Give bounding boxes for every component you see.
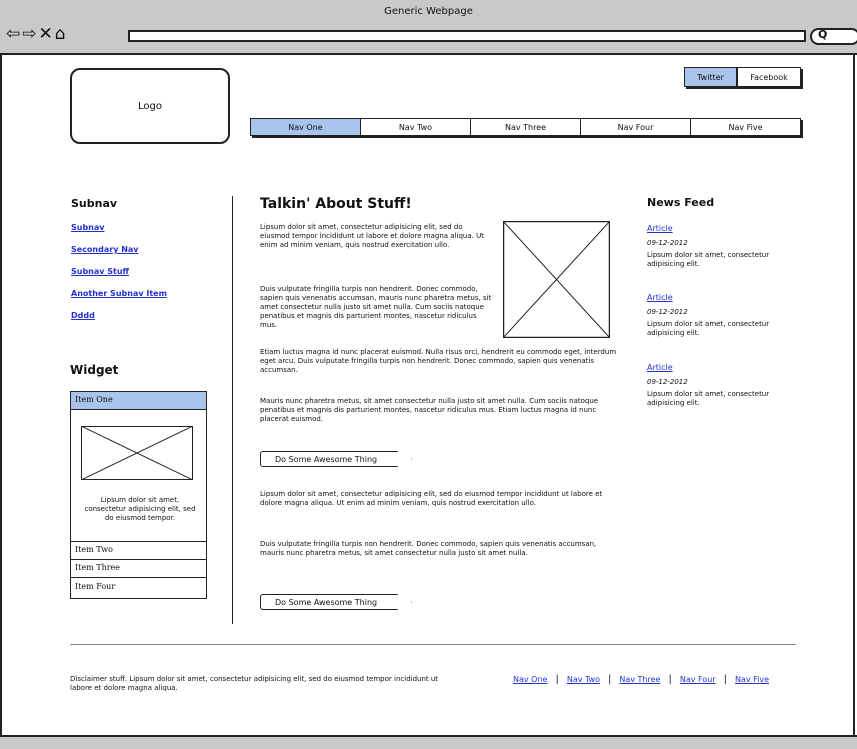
widget-item-three[interactable]: Item Three [71, 560, 206, 578]
logo[interactable]: Logo [70, 68, 230, 144]
news-article-link-3[interactable]: Article [647, 363, 673, 372]
footer-separator: | [723, 674, 727, 685]
footer-link-one[interactable]: Nav One [513, 675, 547, 684]
subnav-link-1[interactable]: Subnav [71, 223, 105, 232]
twitter-button[interactable]: Twitter [684, 67, 737, 87]
widget-panel: Lipsum dolor sit amet, consectetur adipi… [71, 410, 206, 542]
image-placeholder [81, 426, 193, 480]
search-icon: Q [818, 28, 828, 41]
footer-link-two[interactable]: Nav Two [567, 675, 600, 684]
content-paragraph-4: Lipsum dolor sit amet, consectetur adipi… [260, 490, 603, 507]
facebook-button[interactable]: Facebook [737, 67, 801, 87]
page-heading: Talkin' About Stuff! [260, 196, 412, 212]
content-image-placeholder [503, 221, 610, 338]
footer-nav: Nav One | Nav Two | Nav Three | Nav Four… [513, 674, 769, 685]
news-article-link-1[interactable]: Article [647, 224, 673, 233]
subnav-link-4[interactable]: Another Subnav Item [71, 289, 167, 298]
window-title: Generic Webpage [384, 6, 473, 17]
widget-item-one[interactable]: Item One [71, 392, 206, 410]
awesome-button-2[interactable]: Do Some Awesome Thing [260, 594, 412, 610]
nav-item-five[interactable]: Nav Five [690, 119, 800, 135]
footer-link-five[interactable]: Nav Five [735, 675, 769, 684]
news-date-1: 09-12-2012 [647, 239, 688, 247]
footer-divider [70, 644, 796, 645]
address-bar[interactable] [128, 30, 806, 42]
news-text-2: Lipsum dolor sit amet, consectetur adipi… [647, 320, 770, 337]
content-paragraph-3: Mauris nunc pharetra metus, sit amet con… [260, 397, 599, 423]
footer-disclaimer: Disclaimer stuff. Lipsum dolor sit amet,… [70, 675, 439, 692]
window-frame-right [853, 55, 855, 735]
main-nav: Nav One Nav Two Nav Three Nav Four Nav F… [250, 118, 801, 136]
content-paragraph-2: Duis vulputate fringilla turpis non hend… [260, 285, 492, 329]
browser-statusbar [0, 735, 857, 749]
news-text-1: Lipsum dolor sit amet, consectetur adipi… [647, 251, 770, 268]
browser-nav-buttons[interactable]: ⇦⇨✕⌂ [6, 25, 68, 43]
news-date-3: 09-12-2012 [647, 378, 688, 386]
browser-search-box[interactable]: Q [810, 28, 857, 45]
news-feed-title: News Feed [647, 196, 715, 209]
footer-separator: | [668, 674, 672, 685]
subnav-title: Subnav [71, 197, 118, 210]
subnav-link-3[interactable]: Subnav Stuff [71, 267, 129, 276]
nav-item-two[interactable]: Nav Two [360, 119, 470, 135]
nav-item-one[interactable]: Nav One [251, 119, 360, 135]
nav-item-four[interactable]: Nav Four [580, 119, 690, 135]
news-text-3: Lipsum dolor sit amet, consectetur adipi… [647, 390, 770, 407]
footer-separator: | [555, 674, 559, 685]
widget-title: Widget [70, 363, 119, 377]
footer-link-three[interactable]: Nav Three [619, 675, 660, 684]
footer-separator: | [608, 674, 612, 685]
widget-body-text: Lipsum dolor sit amet, consectetur adipi… [84, 496, 196, 522]
nav-item-three[interactable]: Nav Three [470, 119, 580, 135]
news-article-link-2[interactable]: Article [647, 293, 673, 302]
content-paragraph-5: Duis vulputate fringilla turpis non hend… [260, 540, 597, 557]
awesome-button-1[interactable]: Do Some Awesome Thing [260, 451, 412, 467]
news-date-2: 09-12-2012 [647, 308, 688, 316]
content-paragraph-2b: Etiam luctus magna id nunc placerat euis… [260, 348, 617, 374]
subnav-link-2[interactable]: Secondary Nav [71, 245, 139, 254]
widget-item-two[interactable]: Item Two [71, 542, 206, 560]
column-divider [232, 196, 233, 624]
logo-label: Logo [138, 100, 162, 112]
content-paragraph-1: Lipsum dolor sit amet, consectetur adipi… [260, 223, 484, 249]
subnav-link-5[interactable]: Dddd [71, 311, 95, 320]
footer-link-four[interactable]: Nav Four [680, 675, 716, 684]
window-frame-left [0, 55, 2, 735]
widget-accordion: Item One Lipsum dolor sit amet, consecte… [70, 391, 207, 599]
widget-item-four[interactable]: Item Four [71, 578, 206, 598]
